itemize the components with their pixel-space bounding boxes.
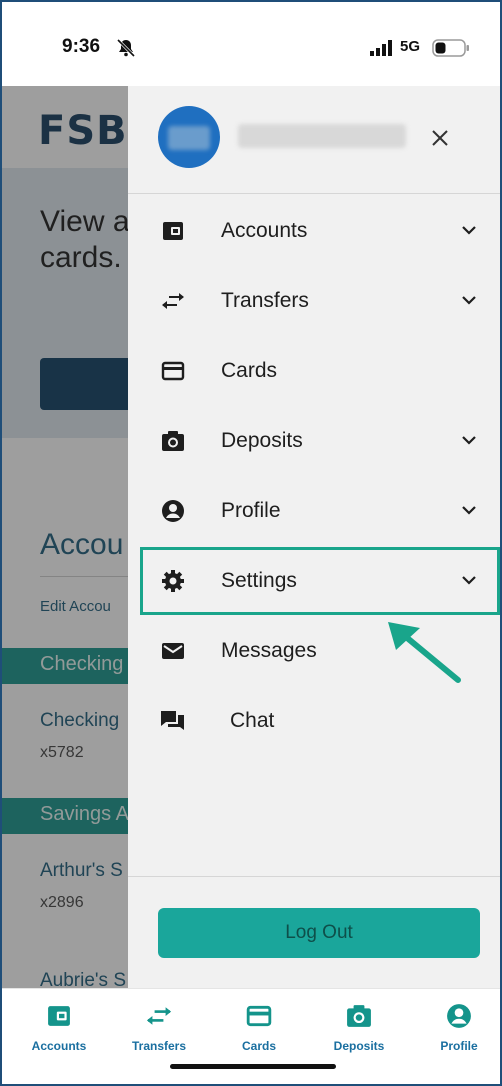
signal-icon (370, 40, 392, 56)
menu-item-transfers[interactable]: Transfers (128, 266, 500, 336)
nav-label: Deposits (333, 1039, 385, 1053)
bell-muted-icon (116, 38, 136, 58)
transfer-arrows-icon (160, 289, 186, 313)
menu-item-accounts[interactable]: Accounts (128, 196, 500, 266)
user-circle-icon (445, 1003, 473, 1029)
menu-item-cards[interactable]: Cards (128, 336, 500, 406)
user-circle-icon (160, 499, 186, 523)
menu-label: Cards (221, 359, 278, 382)
camera-icon (345, 1003, 373, 1029)
menu-label: Settings (221, 569, 297, 592)
chevron-down-icon (462, 226, 476, 235)
menu-label: Chat (230, 709, 275, 732)
nav-item-cards[interactable]: Cards (214, 1003, 304, 1053)
camera-icon (160, 429, 186, 453)
close-button[interactable] (422, 120, 458, 156)
chevron-down-icon (462, 436, 476, 445)
battery-icon (432, 39, 469, 57)
chevron-down-icon (462, 296, 476, 305)
menu-label: Accounts (221, 219, 308, 242)
side-drawer: Accounts Transfers Cards Deposits Profil… (128, 86, 500, 988)
home-indicator (170, 1064, 336, 1069)
menu-item-deposits[interactable]: Deposits (128, 406, 500, 476)
menu-item-settings[interactable]: Settings (128, 546, 500, 616)
menu-label: Transfers (221, 289, 309, 312)
transfer-arrows-icon (145, 1003, 173, 1029)
nav-item-profile[interactable]: Profile (414, 1003, 500, 1053)
network-type: 5G (400, 38, 421, 55)
nav-item-transfers[interactable]: Transfers (114, 1003, 204, 1053)
drawer-header (128, 86, 500, 194)
menu-label: Deposits (221, 429, 303, 452)
divider (128, 876, 500, 877)
avatar (158, 106, 220, 168)
credit-card-icon (245, 1003, 273, 1029)
close-icon (432, 130, 448, 146)
user-name-redacted (238, 124, 406, 148)
envelope-icon (160, 639, 186, 663)
wallet-icon (45, 1003, 73, 1029)
chevron-down-icon (462, 576, 476, 585)
bottom-nav: Accounts Transfers Cards Deposits Profil… (2, 988, 500, 1084)
nav-item-deposits[interactable]: Deposits (314, 1003, 404, 1053)
wallet-icon (160, 219, 186, 243)
menu-item-chat[interactable]: Chat (128, 686, 500, 756)
nav-label: Accounts (31, 1039, 87, 1053)
nav-item-accounts[interactable]: Accounts (14, 1003, 104, 1053)
gear-icon (160, 569, 186, 593)
chevron-down-icon (462, 506, 476, 515)
status-bar: 9:36 5G (2, 2, 500, 86)
menu-label: Profile (221, 499, 281, 522)
nav-label: Cards (241, 1039, 276, 1053)
status-time: 9:36 (62, 36, 101, 57)
nav-label: Profile (440, 1039, 478, 1053)
nav-label: Transfers (131, 1039, 187, 1053)
credit-card-icon (160, 359, 186, 383)
chat-bubbles-icon (160, 709, 186, 733)
menu-item-profile[interactable]: Profile (128, 476, 500, 546)
phone-frame: 9:36 5G FSB View a cards. Accou Edit Acc… (0, 0, 502, 1086)
annotation-arrow-icon (388, 622, 461, 683)
logout-button[interactable]: Log Out (158, 908, 480, 958)
menu-label: Messages (221, 639, 317, 662)
